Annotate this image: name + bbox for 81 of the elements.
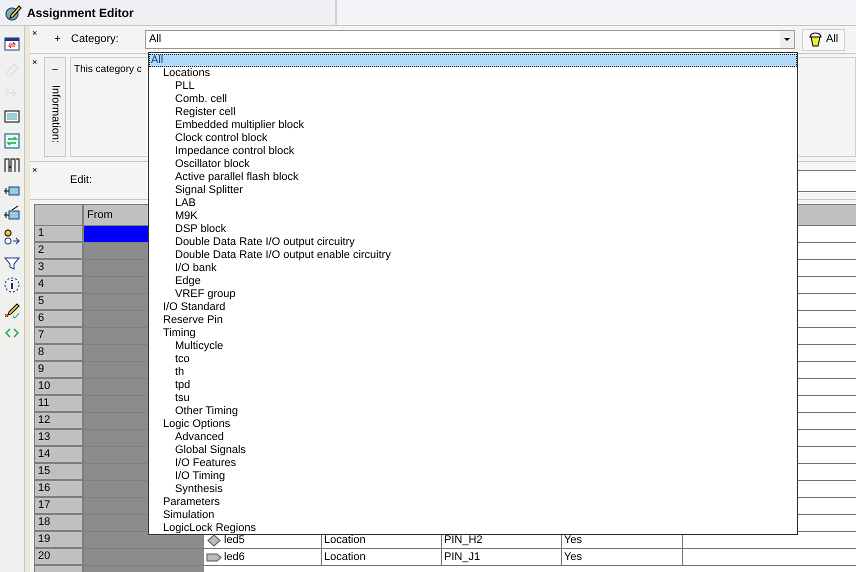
row-number[interactable]: 3 bbox=[35, 260, 84, 276]
dropdown-item[interactable]: Double Data Rate I/O output circuitry bbox=[149, 236, 797, 249]
pencil-icon bbox=[4, 4, 22, 22]
expand-button[interactable]: + bbox=[50, 31, 65, 48]
row-number[interactable]: 11 bbox=[35, 396, 84, 412]
pin-icon bbox=[206, 550, 222, 564]
refresh-icon[interactable] bbox=[3, 132, 21, 150]
row-number[interactable]: 12 bbox=[35, 413, 84, 429]
dropdown-item[interactable]: I/O Timing bbox=[149, 470, 797, 483]
dropdown-item[interactable]: VREF group bbox=[149, 288, 797, 301]
table-cell: led6 bbox=[204, 549, 322, 565]
dropdown-item[interactable]: Simulation bbox=[149, 509, 797, 522]
row-number[interactable]: 1 bbox=[35, 226, 84, 242]
dropdown-item[interactable]: Parameters bbox=[149, 496, 797, 509]
dropdown-item[interactable]: th bbox=[149, 366, 797, 379]
dropdown-item[interactable]: Locations bbox=[149, 67, 797, 80]
row-number[interactable]: 2 bbox=[35, 243, 84, 259]
dropdown-item[interactable]: Global Signals bbox=[149, 444, 797, 457]
row-number[interactable]: 14 bbox=[35, 447, 84, 463]
info-icon[interactable] bbox=[3, 276, 21, 294]
row-number[interactable]: 20 bbox=[35, 549, 84, 565]
edit-label: Edit: bbox=[70, 173, 94, 188]
columns-icon[interactable] bbox=[3, 156, 21, 174]
from-cell[interactable] bbox=[84, 549, 204, 565]
from-cell[interactable] bbox=[84, 532, 204, 548]
dropdown-item[interactable]: I/O bank bbox=[149, 262, 797, 275]
dropdown-item[interactable]: Double Data Rate I/O output enable circuitry bbox=[149, 249, 797, 262]
row-number[interactable]: 6 bbox=[35, 311, 84, 327]
dropdown-item[interactable]: Embedded multiplier block bbox=[149, 119, 797, 132]
dropdown-item[interactable]: tco bbox=[149, 353, 797, 366]
close-button[interactable]: × bbox=[32, 57, 42, 161]
close-button[interactable]: × bbox=[32, 26, 42, 38]
window-title: Assignment Editor bbox=[27, 4, 134, 22]
row-number[interactable]: 15 bbox=[35, 464, 84, 480]
row-number[interactable]: 19 bbox=[35, 532, 84, 548]
table-cell: Yes bbox=[562, 549, 683, 565]
category-label: Category: bbox=[71, 32, 120, 48]
dropdown-item[interactable]: All bbox=[149, 54, 797, 67]
dropdown-item[interactable]: Multicycle bbox=[149, 340, 797, 353]
dropdown-item[interactable]: Signal Splitter bbox=[149, 184, 797, 197]
dropdown-item[interactable]: Register cell bbox=[149, 106, 797, 119]
dropdown-item[interactable]: LAB bbox=[149, 197, 797, 210]
row-number[interactable]: 7 bbox=[35, 328, 84, 344]
dropdown-item[interactable]: tpd bbox=[149, 379, 797, 392]
row-number[interactable]: 17 bbox=[35, 498, 84, 514]
dropdown-item[interactable]: Comb. cell bbox=[149, 93, 797, 106]
row-number[interactable]: 18 bbox=[35, 515, 84, 531]
dropdown-item[interactable]: LogicLock Regions bbox=[149, 522, 797, 535]
dropdown-item[interactable]: Advanced bbox=[149, 431, 797, 444]
row-number[interactable]: 16 bbox=[35, 481, 84, 497]
dropdown-item[interactable]: Timing bbox=[149, 327, 797, 340]
dropdown-item[interactable]: M9K bbox=[149, 210, 797, 223]
row-number[interactable]: 4 bbox=[35, 277, 84, 293]
row-number[interactable]: 9 bbox=[35, 362, 84, 378]
dropdown-item[interactable]: Oscillator block bbox=[149, 158, 797, 171]
dropdown-item[interactable]: Active parallel flash block bbox=[149, 171, 797, 184]
dropdown-item[interactable]: Reserve Pin bbox=[149, 314, 797, 327]
row-number[interactable]: 8 bbox=[35, 345, 84, 361]
row-number[interactable]: 10 bbox=[35, 379, 84, 395]
information-tab[interactable]: − Information: bbox=[44, 57, 66, 157]
row-number[interactable]: 13 bbox=[35, 430, 84, 446]
dropdown-item[interactable]: DSP block bbox=[149, 223, 797, 236]
bulb-icon bbox=[809, 32, 822, 47]
dropdown-item[interactable]: PLL bbox=[149, 80, 797, 93]
table-cell: Location bbox=[322, 549, 442, 565]
dropdown-item[interactable]: tsu bbox=[149, 392, 797, 405]
row-number[interactable]: 5 bbox=[35, 294, 84, 310]
category-combo[interactable]: All bbox=[145, 30, 795, 49]
dropdown-item[interactable]: Synthesis bbox=[149, 483, 797, 496]
check-icon[interactable] bbox=[3, 204, 21, 222]
dropdown-item[interactable]: I/O Standard bbox=[149, 301, 797, 314]
dropdown-item[interactable]: Clock control block bbox=[149, 132, 797, 145]
table-cell: PIN_J1 bbox=[442, 549, 562, 565]
dropdown-item[interactable]: Impedance control block bbox=[149, 145, 797, 158]
nodes-icon[interactable] bbox=[3, 228, 21, 246]
dropdown-item[interactable]: Edge bbox=[149, 275, 797, 288]
dropdown-item[interactable]: Logic Options bbox=[149, 418, 797, 431]
dropdown-item[interactable]: Other Timing bbox=[149, 405, 797, 418]
filter-button[interactable]: All bbox=[802, 28, 846, 50]
dropdown-item[interactable]: I/O Features bbox=[149, 457, 797, 470]
close-button[interactable]: × bbox=[32, 162, 42, 175]
